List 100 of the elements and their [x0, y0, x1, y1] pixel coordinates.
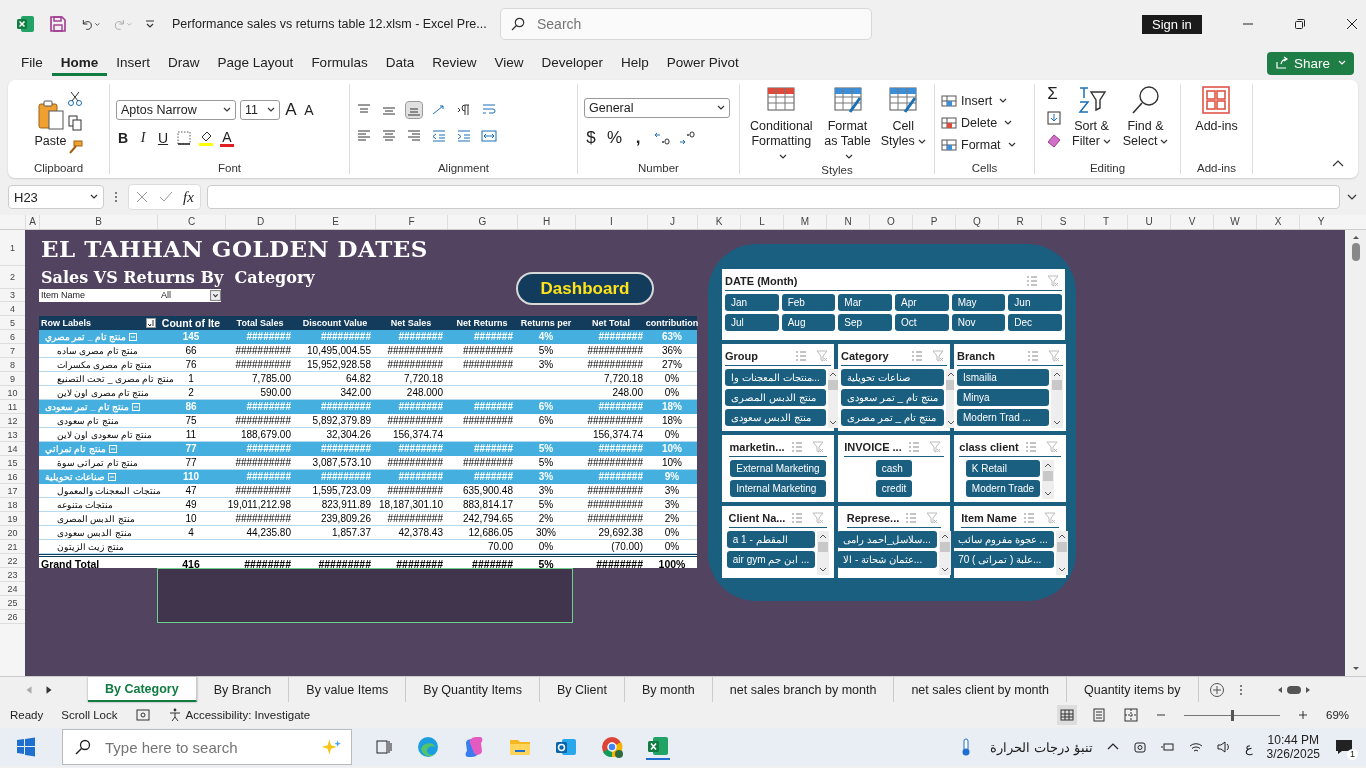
scroll-down-icon[interactable]: [819, 567, 828, 573]
slicer-item[interactable]: عثمان شحاتة - الا...: [837, 551, 937, 568]
column-header[interactable]: T: [1084, 215, 1127, 229]
slicer-item[interactable]: May: [951, 294, 1006, 311]
scroll-down-icon[interactable]: [1044, 491, 1053, 497]
merge-center-icon[interactable]: [481, 128, 497, 144]
editing-button[interactable]: Find & Select: [1121, 84, 1170, 149]
slicer-item[interactable]: Ismailia: [957, 369, 1049, 386]
cells-button[interactable]: Delete: [941, 115, 1013, 131]
slicer-item[interactable]: Nov: [951, 314, 1006, 331]
paste-button[interactable]: Paste: [34, 98, 67, 148]
column-header[interactable]: R: [998, 215, 1041, 229]
scroll-up-icon[interactable]: [940, 533, 949, 539]
scroll-up-icon[interactable]: [828, 371, 837, 377]
search-bar[interactable]: Search: [500, 8, 872, 40]
italic-button[interactable]: I: [136, 130, 150, 146]
menu-tab[interactable]: Insert: [107, 50, 160, 76]
percent-button[interactable]: %: [607, 128, 623, 148]
menu-tab[interactable]: Help: [612, 50, 658, 76]
menu-tab[interactable]: Draw: [159, 50, 209, 76]
sheet-tab[interactable]: By value Items: [289, 677, 407, 702]
sheet-tab[interactable]: By Client: [539, 677, 625, 702]
slicer-item[interactable]: credit: [875, 480, 913, 497]
scroll-thumb[interactable]: [1056, 542, 1067, 552]
scroll-right-icon[interactable]: [1304, 685, 1311, 694]
scroll-up-icon[interactable]: [1053, 371, 1061, 377]
excel-icon[interactable]: [646, 734, 670, 760]
styles-button[interactable]: Cell Styles: [878, 84, 928, 149]
column-header[interactable]: F: [375, 215, 447, 229]
scroll-up-icon[interactable]: [819, 533, 828, 539]
menu-tab[interactable]: Formulas: [302, 50, 377, 76]
language-indicator[interactable]: ع: [1244, 739, 1253, 755]
menu-tab[interactable]: View: [485, 50, 533, 76]
menu-tab[interactable]: Home: [51, 50, 108, 76]
scroll-down-icon[interactable]: [828, 420, 837, 426]
search-input[interactable]: Search: [535, 15, 861, 33]
clock-time[interactable]: 10:44 PM: [1267, 733, 1319, 747]
add-sheet-icon[interactable]: [1208, 681, 1225, 698]
scroll-thumb[interactable]: [939, 542, 950, 552]
cancel-icon[interactable]: [135, 190, 149, 204]
slicer-item[interactable]: سلاسل_احمد رامى...: [837, 531, 937, 548]
column-header[interactable]: I: [575, 215, 647, 229]
font-size-field[interactable]: 11: [240, 99, 280, 120]
column-header[interactable]: N: [826, 215, 869, 229]
slicer-item[interactable]: Mar: [838, 294, 892, 311]
column-header[interactable]: A: [25, 215, 39, 229]
slicer-item[interactable]: Aug: [781, 314, 836, 331]
column-header[interactable]: E: [295, 215, 375, 229]
sheet-tab[interactable]: Quantity items by: [1067, 677, 1199, 702]
slicer-item[interactable]: Modern Trade: [965, 480, 1041, 497]
slicer-item[interactable]: صناعات تحويلية: [841, 369, 944, 386]
page-layout-icon[interactable]: [1092, 708, 1106, 722]
column-header[interactable]: L: [740, 215, 783, 229]
slicer-item[interactable]: منتج الدبس المصرى: [725, 389, 826, 406]
scroll-thumb[interactable]: [1043, 471, 1054, 481]
sheet-tab[interactable]: net sales client by month: [894, 677, 1067, 702]
scroll-down-icon[interactable]: [1057, 567, 1066, 573]
slicer-item[interactable]: Feb: [781, 294, 836, 311]
collapse-icon[interactable]: [108, 445, 117, 453]
shrink-font-button[interactable]: A: [302, 101, 316, 118]
font-color-button[interactable]: A: [220, 129, 234, 147]
collapse-icon[interactable]: [108, 473, 117, 481]
windows-start-icon[interactable]: [16, 737, 36, 757]
column-header[interactable]: G: [447, 215, 517, 229]
slicer-item[interactable]: 70 علبة ( تمراتى )...: [952, 551, 1054, 568]
weather-text[interactable]: تنبؤ درجات الحرارة: [990, 739, 1093, 755]
slicer-item[interactable]: Apr: [895, 294, 949, 311]
cells-button[interactable]: Format: [941, 137, 1016, 153]
borders-icon[interactable]: [176, 130, 192, 146]
collapse-icon[interactable]: [132, 403, 141, 411]
slicer-item[interactable]: منتجات المعجنات وا...: [725, 369, 826, 386]
align-bottom-icon[interactable]: [406, 102, 422, 118]
column-header[interactable]: C: [157, 215, 225, 229]
slicer-item[interactable]: منتج الدبس سعودى: [725, 409, 826, 426]
grow-font-button[interactable]: A: [284, 99, 298, 120]
page-break-icon[interactable]: [1124, 708, 1138, 722]
insert-function-button[interactable]: fx: [183, 188, 194, 206]
close-icon[interactable]: [1345, 18, 1358, 30]
add-ins-button[interactable]: Add-ins: [1195, 84, 1238, 133]
customize-toolbar-icon[interactable]: [144, 18, 156, 30]
slicer-item[interactable]: منتج تام _ تمر مصرى: [841, 409, 944, 426]
eraser-icon[interactable]: [1045, 132, 1062, 148]
slicer-item[interactable]: K Retail: [965, 460, 1041, 477]
slicer-item[interactable]: External Marketing: [730, 460, 826, 477]
sheet-tab[interactable]: By Quantity Items: [406, 677, 540, 702]
macro-icon[interactable]: [135, 708, 150, 722]
styles-button[interactable]: Conditional Formatting: [746, 84, 817, 164]
scroll-thumb[interactable]: [827, 380, 838, 390]
battery-icon[interactable]: [1160, 740, 1175, 754]
column-header[interactable]: W: [1213, 215, 1256, 229]
scroll-up-icon[interactable]: [1351, 234, 1360, 240]
copy-icon[interactable]: [66, 115, 83, 131]
zoom-slider-thumb[interactable]: [1231, 709, 1234, 721]
sheet-tab[interactable]: By month: [625, 677, 713, 702]
save-icon[interactable]: [48, 14, 68, 34]
wifi-icon[interactable]: [1188, 740, 1203, 754]
menu-tab[interactable]: Review: [423, 50, 486, 76]
share-button[interactable]: Share: [1266, 51, 1354, 75]
slicer-item[interactable]: cash: [875, 460, 913, 477]
align-right-icon[interactable]: [406, 128, 422, 144]
